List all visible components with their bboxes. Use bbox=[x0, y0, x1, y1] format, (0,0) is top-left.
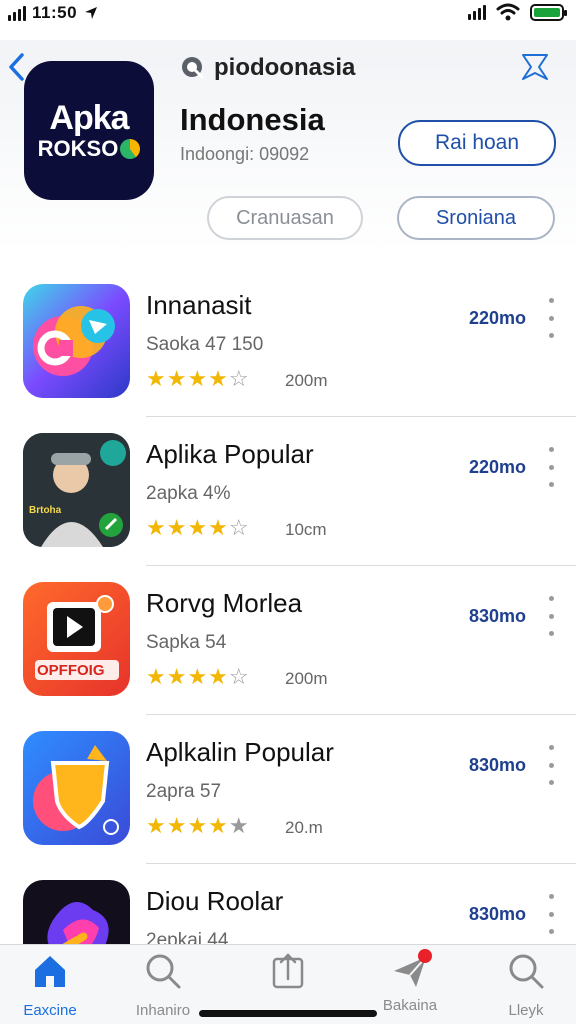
rating-stars: ★★★★☆ bbox=[146, 366, 250, 391]
signal-icon bbox=[8, 5, 26, 21]
filter-button[interactable]: Cranuasan bbox=[207, 196, 363, 240]
status-bar: 11:50 bbox=[0, 0, 576, 28]
rating-stars: ★★★★☆ bbox=[146, 664, 250, 689]
cellular-icon bbox=[468, 4, 486, 20]
app-art-icon bbox=[33, 745, 119, 835]
app-size: 10cm bbox=[285, 520, 327, 539]
location-arrow-icon bbox=[85, 7, 98, 19]
tab-updates[interactable] bbox=[238, 951, 338, 1002]
tab-home[interactable]: Eaxcine bbox=[0, 951, 100, 1019]
more-options-icon[interactable] bbox=[546, 894, 556, 934]
search-icon bbox=[146, 954, 181, 989]
hero-logo-bottom: ROKSO bbox=[38, 136, 141, 162]
app-name: Diou Roolar bbox=[146, 886, 284, 916]
status-left: 11:50 bbox=[8, 3, 99, 23]
tab-arcade[interactable]: Bakaina bbox=[360, 949, 460, 1014]
app-meta: Saoka 47 150 bbox=[146, 334, 264, 355]
app-icon[interactable] bbox=[23, 284, 130, 398]
tab-search[interactable]: Inhaniro bbox=[113, 951, 213, 1019]
list-item[interactable]: OPFFOIG Rorvg Morlea Sapka 54 ★★★★☆ 200m… bbox=[0, 566, 576, 715]
app-name: Rorvg Morlea bbox=[146, 588, 303, 618]
tab-label: Lleyk bbox=[508, 1002, 544, 1019]
app-art-icon bbox=[33, 306, 115, 376]
home-indicator bbox=[199, 1010, 377, 1017]
app-size: 200m bbox=[285, 669, 328, 688]
status-time: 11:50 bbox=[32, 3, 78, 22]
primary-action-button[interactable]: Rai hoan bbox=[398, 120, 556, 166]
app-name: Aplika Popular bbox=[146, 439, 314, 469]
notification-badge bbox=[418, 949, 432, 963]
tab-search-2[interactable]: Lleyk bbox=[476, 951, 576, 1019]
tab-icon-wrap bbox=[390, 949, 432, 991]
app-price-button[interactable]: 220mo bbox=[469, 308, 526, 329]
hero-logo-mark-icon bbox=[120, 138, 141, 159]
list-item[interactable]: Innanasit Saoka 47 150 ★★★★☆ 200m 220mo bbox=[0, 268, 576, 417]
home-icon bbox=[35, 956, 65, 987]
app-meta: 2apra 57 bbox=[146, 781, 222, 802]
app-name: Innanasit bbox=[146, 290, 252, 320]
app-icon-caption: OPFFOIG bbox=[37, 662, 105, 679]
hero-logo-top: Apka bbox=[49, 98, 129, 137]
wifi-icon bbox=[496, 3, 520, 21]
app-meta: Sapka 54 bbox=[146, 632, 227, 653]
search-icon bbox=[509, 954, 544, 989]
battery-fill bbox=[534, 7, 560, 17]
app-meta: 2apka 4% bbox=[146, 483, 231, 504]
list-item[interactable]: Brtoha Aplika Popular 2apka 4% ★★★★☆ 10c… bbox=[0, 417, 576, 566]
rating-stars: ★★★★★ bbox=[146, 813, 250, 838]
secondary-action-button[interactable]: Sroniana bbox=[397, 196, 555, 240]
app-icon-caption: Brtoha bbox=[29, 505, 62, 516]
search-icon bbox=[182, 57, 204, 79]
more-options-icon[interactable] bbox=[546, 298, 556, 338]
page-title: Indonesia bbox=[180, 102, 325, 137]
app-price-button[interactable]: 830mo bbox=[469, 755, 526, 776]
app-size: 20.m bbox=[285, 818, 323, 837]
app-icon[interactable]: OPFFOIG bbox=[23, 582, 130, 696]
rating-stars: ★★★★☆ bbox=[146, 515, 250, 540]
hero-logo-bottom-text: ROKSO bbox=[37, 135, 119, 161]
app-price-button[interactable]: 830mo bbox=[469, 904, 526, 925]
search-row[interactable]: piodoonasia bbox=[180, 54, 355, 82]
app-icon[interactable]: Brtoha bbox=[23, 433, 130, 547]
upload-icon bbox=[272, 953, 304, 989]
app-size: 200m bbox=[285, 371, 328, 390]
battery-icon bbox=[530, 3, 567, 21]
app-list: Innanasit Saoka 47 150 ★★★★☆ 200m 220mo … bbox=[0, 268, 576, 1013]
app-icon[interactable] bbox=[23, 731, 130, 845]
app-header: Apka ROKSO piodoonasia Indonesia Indoong… bbox=[0, 40, 576, 252]
app-name: Aplkalin Popular bbox=[146, 737, 334, 767]
status-right bbox=[468, 3, 567, 21]
app-price-button[interactable]: 830mo bbox=[469, 606, 526, 627]
more-options-icon[interactable] bbox=[546, 596, 556, 636]
featured-app-icon[interactable]: Apka ROKSO bbox=[24, 61, 154, 200]
tab-label: Eaxcine bbox=[23, 1002, 77, 1019]
more-options-icon[interactable] bbox=[546, 447, 556, 487]
search-query-text: piodoonasia bbox=[214, 54, 356, 81]
app-price-button[interactable]: 220mo bbox=[469, 457, 526, 478]
share-icon[interactable] bbox=[520, 52, 550, 82]
list-item[interactable]: Aplkalin Popular 2apra 57 ★★★★★ 20.m 830… bbox=[0, 715, 576, 864]
app-art-icon bbox=[23, 433, 130, 547]
more-options-icon[interactable] bbox=[546, 745, 556, 785]
page-subtitle: Indoongi: 09092 bbox=[180, 144, 310, 164]
tab-label: Inhaniro bbox=[135, 1002, 191, 1019]
